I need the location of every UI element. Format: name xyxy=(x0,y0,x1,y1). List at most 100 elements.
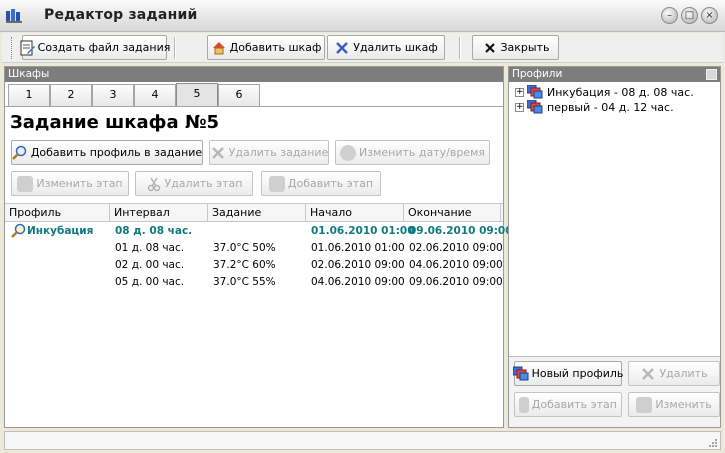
tree-item-label: первый - 04 д. 12 час. xyxy=(547,100,674,114)
add-stage-button[interactable]: Добавить этап xyxy=(261,171,381,196)
stage-interval: 05 д. 00 час. xyxy=(115,276,185,288)
edit-stage-icon xyxy=(636,396,653,413)
add-cabinet-label: Добавить шкаф xyxy=(229,41,322,54)
delete-x-icon xyxy=(334,40,350,56)
cabinet-task-heading: Задание шкафа №5 xyxy=(10,112,220,133)
table-row[interactable]: 01 д. 08 час. 37.0°C 50% 01.06.2010 01:0… xyxy=(5,240,503,257)
stage-end: 04.06.2010 09:00 xyxy=(409,259,503,271)
create-task-file-button[interactable]: Создать файл задания xyxy=(19,35,170,60)
tree-item-label: Инкубация - 08 д. 08 час. xyxy=(547,85,694,99)
add-cabinet-button[interactable]: Добавить шкаф xyxy=(207,35,325,60)
tab-cabinet-3[interactable]: 3 xyxy=(92,84,134,106)
delete-cabinet-button[interactable]: Удалить шкаф xyxy=(327,35,445,60)
delete-stage-button[interactable]: Удалить этап xyxy=(135,171,253,196)
scissors-icon xyxy=(146,176,162,192)
delete-cabinet-label: Удалить шкаф xyxy=(353,41,438,54)
house-icon xyxy=(211,40,227,56)
profile-name: Инкубация xyxy=(27,225,94,237)
stage-start: 02.06.2010 09:00 xyxy=(311,259,405,271)
magnifier-icon xyxy=(11,145,28,161)
edit-profile-label: Изменить xyxy=(655,398,712,411)
clock-icon xyxy=(340,144,356,161)
delete-task-label: Удалить задание xyxy=(228,146,329,159)
column-header-end[interactable]: Окончание xyxy=(404,204,501,222)
delete-task-button[interactable]: Удалить задание xyxy=(209,140,329,165)
add-profile-button[interactable]: Добавить профиль в задание xyxy=(11,140,203,165)
delete-stage-label: Удалить этап xyxy=(164,177,243,190)
stage-interval: 02 д. 00 час. xyxy=(115,259,185,271)
maximize-button[interactable]: □ xyxy=(681,7,698,24)
column-header-profile[interactable]: Профиль xyxy=(5,204,110,222)
cabinets-panel-title: Шкафы xyxy=(5,67,503,82)
delete-x-icon xyxy=(210,145,226,161)
table-header: Профиль Интервал Задание Начало Окончани… xyxy=(5,203,503,222)
add-stage-icon xyxy=(268,175,285,192)
close-label: Закрыть xyxy=(500,41,550,54)
minimize-button[interactable]: – xyxy=(661,7,678,24)
toolbar: Создать файл задания Добавить шкаф Удали… xyxy=(2,33,723,63)
edit-stage-icon xyxy=(17,175,34,192)
status-bar xyxy=(4,431,721,450)
delete-profile-button[interactable]: Удалить xyxy=(628,361,720,386)
tab-cabinet-5[interactable]: 5 xyxy=(176,83,218,107)
table-row-profile[interactable]: Инкубация 08 д. 08 час. 01.06.2010 01:00… xyxy=(5,223,513,240)
stage-end: 09.06.2010 09:00 xyxy=(409,276,503,288)
profile-stack-icon xyxy=(512,366,529,382)
profiles-panel-title-text: Профили xyxy=(512,68,563,80)
change-datetime-button[interactable]: Изменить дату/время xyxy=(335,140,490,165)
column-header-start[interactable]: Начало xyxy=(306,204,404,222)
toolbar-separator xyxy=(459,37,461,59)
add-profile-label: Добавить профиль в задание xyxy=(30,146,203,159)
edit-profile-button[interactable]: Изменить xyxy=(628,392,720,417)
stage-start: 01.06.2010 01:00 xyxy=(311,242,405,254)
tab-cabinet-6[interactable]: 6 xyxy=(218,84,260,106)
change-stage-button[interactable]: Изменить этап xyxy=(11,171,129,196)
change-datetime-label: Изменить дату/время xyxy=(359,146,485,159)
tree-item-profile[interactable]: + Инкубация - 08 д. 08 час. xyxy=(515,84,694,100)
add-stage-label: Добавить этап xyxy=(287,177,374,190)
stage-start: 04.06.2010 09:00 xyxy=(311,276,405,288)
profiles-panel: Профили + Инкубация - 08 д. 08 час. + пе… xyxy=(508,66,721,428)
document-edit-icon xyxy=(19,40,35,56)
tab-cabinet-4[interactable]: 4 xyxy=(134,84,176,106)
toolbar-separator xyxy=(174,37,176,59)
expand-plus-icon[interactable]: + xyxy=(515,102,524,112)
table-row[interactable]: 02 д. 00 час. 37.2°C 60% 02.06.2010 09:0… xyxy=(5,257,503,274)
tab-cabinet-1[interactable]: 1 xyxy=(8,84,50,106)
profiles-panel-title: Профили xyxy=(509,67,720,82)
stage-task: 37.0°C 55% xyxy=(213,276,276,288)
title-bar: Редактор заданий – □ × xyxy=(0,0,725,32)
table-row[interactable]: 05 д. 00 час. 37.0°C 55% 04.06.2010 09:0… xyxy=(5,274,503,291)
profile-add-stage-button[interactable]: Добавить этап xyxy=(514,392,622,417)
column-header-interval[interactable]: Интервал xyxy=(110,204,208,222)
stage-end: 02.06.2010 09:00 xyxy=(409,242,503,254)
profile-stack-icon xyxy=(526,84,543,99)
profile-add-stage-label: Добавить этап xyxy=(531,398,617,411)
close-button[interactable]: Закрыть xyxy=(472,35,559,60)
create-task-file-label: Создать файл задания xyxy=(37,41,171,54)
close-window-button[interactable]: × xyxy=(701,7,718,24)
profile-start: 01.06.2010 01:00 xyxy=(311,225,415,237)
resize-grip-icon[interactable] xyxy=(708,438,718,448)
app-icon xyxy=(6,8,24,24)
tab-cabinet-2[interactable]: 2 xyxy=(50,84,92,106)
tab-divider xyxy=(5,106,503,107)
change-stage-label: Изменить этап xyxy=(36,177,123,190)
add-stage-icon xyxy=(519,396,529,413)
expand-plus-icon[interactable]: + xyxy=(515,87,524,97)
window-title: Редактор заданий xyxy=(44,7,198,23)
profile-interval: 08 д. 08 час. xyxy=(115,225,193,237)
profile-end: 09.06.2010 09:00 xyxy=(409,225,513,237)
panel-toggle-icon[interactable] xyxy=(706,69,717,80)
profiles-actions: Новый профиль Удалить Добавить этап Изме… xyxy=(509,356,720,427)
new-profile-label: Новый профиль xyxy=(531,367,624,380)
delete-x-icon xyxy=(640,366,656,382)
close-icon xyxy=(482,40,498,56)
new-profile-button[interactable]: Новый профиль xyxy=(512,361,624,386)
stage-task: 37.0°C 50% xyxy=(213,242,276,254)
cabinets-panel: Шкафы 1 2 3 4 5 6 Задание шкафа №5 Добав… xyxy=(4,66,513,428)
stage-task: 37.2°C 60% xyxy=(213,259,276,271)
column-header-task[interactable]: Задание xyxy=(208,204,306,222)
toolbar-grip[interactable] xyxy=(11,37,14,59)
tree-item-profile[interactable]: + первый - 04 д. 12 час. xyxy=(515,99,674,115)
